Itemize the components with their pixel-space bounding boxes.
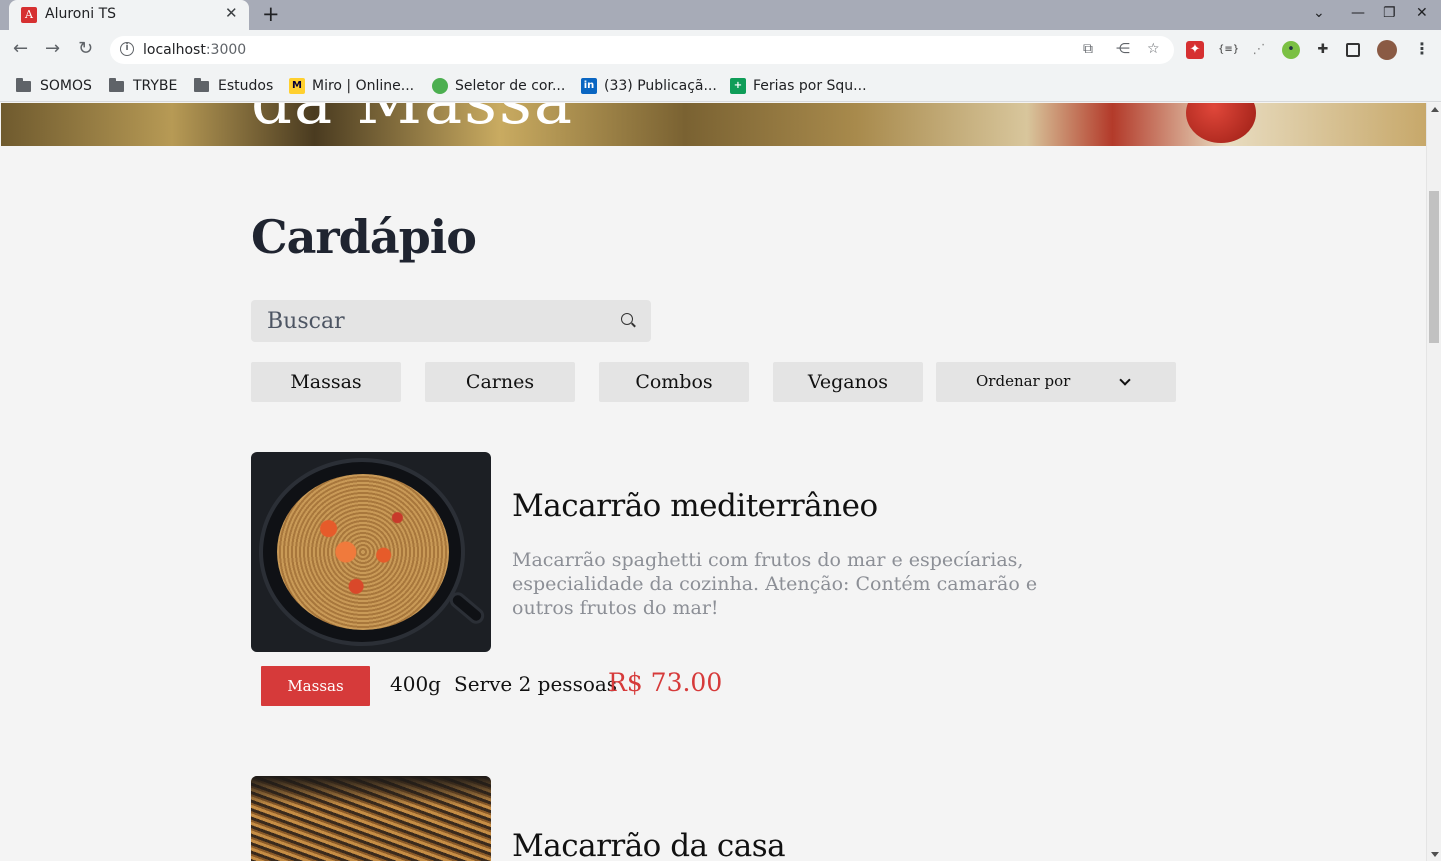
- extension-3-icon[interactable]: ⋰: [1250, 41, 1268, 59]
- miro-icon: M: [289, 78, 305, 94]
- bookmark-star-icon[interactable]: ☆: [1147, 41, 1160, 57]
- bookmarks-bar: SOMOS TRYBE Estudos M Miro | Online... Se…: [0, 70, 1441, 102]
- browser-menu-icon[interactable]: ⋮: [1414, 39, 1430, 58]
- tab-search-chevron-icon[interactable]: ⌄: [1313, 5, 1325, 21]
- filter-carnes-button[interactable]: Carnes: [425, 362, 575, 402]
- linkedin-icon: in: [581, 78, 597, 94]
- browser-tab[interactable]: A Aluroni TS ✕: [9, 0, 249, 30]
- folder-icon: [109, 77, 124, 92]
- bookmark-label: (33) Publicaçã...: [604, 78, 717, 94]
- item-category-tag: Massas: [261, 666, 370, 706]
- tab-title: Aluroni TS: [45, 6, 117, 22]
- scroll-thumb[interactable]: [1429, 191, 1439, 343]
- bookmark-label: Estudos: [218, 78, 274, 94]
- bookmark-ferias[interactable]: + Ferias por Squ...: [730, 76, 867, 96]
- url-host: localhost: [143, 42, 206, 58]
- json-extension-icon[interactable]: {≡}: [1218, 41, 1239, 59]
- tab-close-icon[interactable]: ✕: [225, 4, 238, 22]
- menu-item: Macarrão mediterrâneo Macarrão spaghetti…: [251, 452, 1151, 712]
- page-scrollbar[interactable]: [1426, 103, 1441, 861]
- hero-title: da Massa: [251, 103, 574, 139]
- bookmark-label: SOMOS: [40, 78, 92, 94]
- color-picker-icon: [432, 78, 448, 94]
- restore-icon[interactable]: ❐: [1383, 5, 1396, 21]
- pasta-shape: [277, 474, 449, 630]
- chevron-down-icon: [1119, 374, 1131, 386]
- bookmark-label: TRYBE: [133, 78, 178, 94]
- bookmark-label: Seletor de cor...: [455, 78, 566, 94]
- share-icon[interactable]: ⋲: [1116, 41, 1130, 57]
- bookmark-miro[interactable]: M Miro | Online...: [289, 76, 414, 96]
- back-icon[interactable]: ←: [13, 38, 28, 59]
- translate-icon[interactable]: ⧉: [1083, 41, 1093, 57]
- frog-extension-icon[interactable]: •: [1282, 41, 1300, 59]
- filter-combos-button[interactable]: Combos: [599, 362, 749, 402]
- sort-label: Ordenar por: [976, 372, 1071, 390]
- sort-dropdown[interactable]: Ordenar por: [936, 362, 1176, 402]
- window-close-icon[interactable]: ✕: [1416, 5, 1428, 21]
- sheets-icon: +: [730, 78, 746, 94]
- side-panel-icon[interactable]: [1346, 43, 1360, 57]
- bookmark-label: Ferias por Squ...: [753, 78, 867, 94]
- search-input[interactable]: [267, 300, 607, 342]
- url-port: :3000: [205, 42, 247, 58]
- hero-banner: da Massa: [1, 103, 1426, 146]
- scroll-down-arrow-icon[interactable]: [1431, 852, 1439, 857]
- tab-favicon-icon: A: [21, 7, 37, 23]
- url-text[interactable]: localhost:3000: [143, 42, 246, 58]
- filter-massas-button[interactable]: Massas: [251, 362, 401, 402]
- extension-1-icon[interactable]: ✦: [1186, 41, 1204, 59]
- item-name: Macarrão da casa: [512, 828, 786, 861]
- page-viewport: da Massa Cardápio Massas Carnes Combos V…: [0, 103, 1426, 861]
- bookmark-somos[interactable]: SOMOS: [16, 76, 92, 96]
- minimize-icon[interactable]: —: [1351, 5, 1365, 21]
- bookmark-estudos[interactable]: Estudos: [194, 76, 273, 96]
- folder-icon: [16, 77, 31, 92]
- item-name: Macarrão mediterrâneo: [512, 488, 878, 524]
- filter-veganos-button[interactable]: Veganos: [773, 362, 923, 402]
- bookmark-label: Miro | Online...: [312, 78, 415, 94]
- item-image: [251, 452, 491, 652]
- browser-toolbar: ← → ↻ i localhost:3000 ⧉ ⋲ ☆ ✦ {≡} ⋰ • ✚…: [0, 30, 1441, 70]
- bookmark-color-picker[interactable]: Seletor de cor...: [432, 76, 565, 96]
- bookmark-trybe[interactable]: TRYBE: [109, 76, 177, 96]
- browser-tabbar: A Aluroni TS ✕ + ⌄ — ❐ ✕: [0, 0, 1441, 30]
- item-description: Macarrão spaghetti com frutos do mar e e…: [512, 549, 1038, 619]
- extensions-puzzle-icon[interactable]: ✚: [1314, 41, 1332, 59]
- item-weight: 400g: [390, 672, 441, 696]
- search-icon[interactable]: [621, 313, 633, 325]
- item-price: R$ 73.00: [608, 668, 723, 697]
- pan-handle-shape: [446, 589, 488, 627]
- folder-icon: [194, 77, 209, 92]
- scroll-up-arrow-icon[interactable]: [1431, 107, 1439, 112]
- item-serves: Serve 2 pessoas: [454, 672, 618, 696]
- forward-icon[interactable]: →: [45, 38, 60, 59]
- menu-item: Macarrão da casa: [251, 776, 1151, 861]
- search-box[interactable]: [251, 300, 651, 342]
- new-tab-icon[interactable]: +: [262, 2, 280, 26]
- profile-avatar[interactable]: [1377, 40, 1397, 60]
- site-info-icon[interactable]: i: [120, 42, 134, 56]
- address-bar[interactable]: i localhost:3000 ⧉ ⋲ ☆: [110, 36, 1174, 64]
- hero-tomato-image: [1186, 103, 1256, 143]
- reload-icon[interactable]: ↻: [78, 38, 93, 59]
- bookmark-linkedin[interactable]: in (33) Publicaçã...: [581, 76, 717, 96]
- page-title: Cardápio: [251, 210, 477, 264]
- item-image: [251, 776, 491, 861]
